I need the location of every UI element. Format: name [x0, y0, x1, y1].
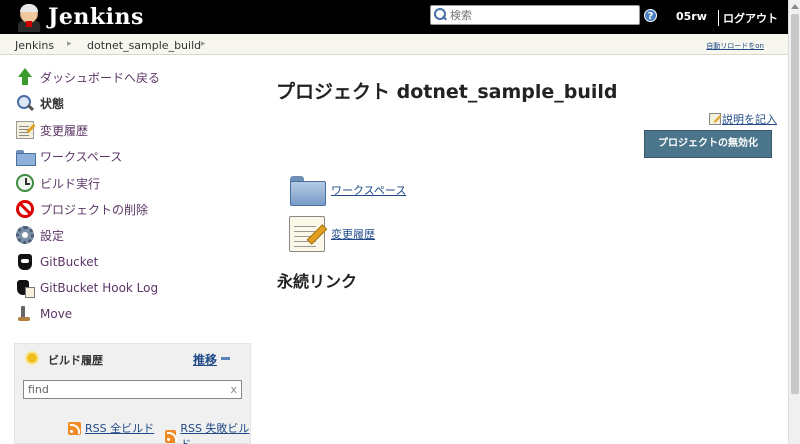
rss-failed-label[interactable]: RSS 失敗ビルド	[180, 420, 250, 444]
disable-project-button[interactable]: プロジェクトの無効化	[644, 130, 772, 158]
gitbucket-icon	[16, 253, 34, 271]
auto-refresh-link[interactable]: 自動リロードをon	[706, 41, 764, 51]
task-label[interactable]: 変更履歴	[40, 122, 88, 139]
breadcrumb: Jenkins ▸ dotnet_sample_build ▸ 自動リロードをo…	[0, 34, 788, 55]
notepad-icon	[16, 121, 34, 139]
page-title: プロジェクト dotnet_sample_build	[276, 81, 618, 103]
breadcrumb-project[interactable]: dotnet_sample_build	[87, 39, 201, 52]
task-label[interactable]: 設定	[40, 227, 64, 244]
search-input[interactable]	[450, 8, 635, 22]
search-box[interactable]	[430, 5, 640, 25]
changes-link[interactable]: 変更履歴	[289, 216, 375, 252]
task-label[interactable]: Move	[40, 307, 72, 321]
clear-filter-icon[interactable]: x	[230, 383, 237, 396]
task-label[interactable]: ビルド実行	[40, 175, 100, 192]
rss-icon	[68, 421, 81, 435]
build-filter[interactable]: x	[23, 380, 242, 399]
breadcrumb-separator[interactable]: ▸	[67, 39, 72, 49]
notepad-icon	[289, 216, 325, 252]
workspace-link[interactable]: ワークスペース	[289, 172, 406, 208]
scroll-up-icon[interactable]	[791, 4, 799, 9]
breadcrumb-separator[interactable]: ▸	[201, 39, 206, 49]
breadcrumb-jenkins[interactable]: Jenkins	[15, 39, 54, 52]
search-icon	[434, 8, 448, 22]
up-arrow-icon	[16, 68, 34, 86]
rss-all-label[interactable]: RSS 全ビルド	[85, 420, 154, 436]
task-gitbucket-hook-log[interactable]: GitBucket Hook Log	[16, 278, 158, 298]
folder-icon	[16, 147, 36, 166]
folder-icon	[289, 172, 326, 208]
task-delete-project[interactable]: プロジェクトの削除	[16, 199, 148, 219]
rss-icon	[165, 429, 178, 443]
task-back-to-dashboard[interactable]: ダッシュボードへ戻る	[16, 67, 160, 87]
edit-description-label[interactable]: 説明を記入	[722, 111, 777, 127]
help-icon[interactable]: ?	[644, 9, 657, 22]
header-bar: Jenkins ? 05rw ログアウト	[0, 0, 788, 34]
task-label[interactable]: ワークスペース	[40, 148, 122, 165]
task-changes[interactable]: 変更履歴	[16, 120, 88, 140]
trend-link[interactable]: 推移	[193, 351, 217, 368]
task-workspace[interactable]: ワークスペース	[16, 146, 122, 166]
edit-icon	[709, 113, 721, 125]
task-build-now[interactable]: ビルド実行	[16, 173, 100, 193]
jenkins-butler-icon	[16, 2, 42, 32]
gitbucket-log-icon	[16, 279, 35, 298]
logo-text: Jenkins	[48, 4, 144, 30]
no-entry-icon	[16, 200, 34, 218]
task-label[interactable]: プロジェクトの削除	[40, 201, 148, 218]
user-link[interactable]: 05rw	[676, 10, 707, 23]
task-label[interactable]: GitBucket Hook Log	[40, 281, 158, 295]
build-history-panel: ビルド履歴 推移 x RSS 全ビルド RSS 失敗ビルド	[14, 343, 251, 444]
task-label[interactable]: GitBucket	[40, 255, 98, 269]
rss-all-link[interactable]: RSS 全ビルド	[68, 420, 154, 436]
task-gitbucket[interactable]: GitBucket	[16, 252, 98, 272]
scroll-thumb[interactable]	[791, 14, 799, 394]
clock-icon	[16, 174, 34, 192]
collapse-icon[interactable]	[221, 357, 230, 360]
gear-icon	[16, 226, 34, 244]
move-icon	[16, 305, 34, 323]
jenkins-logo[interactable]: Jenkins	[16, 0, 144, 34]
task-status[interactable]: 状態	[16, 93, 64, 113]
logout-link[interactable]: ログアウト	[718, 10, 778, 26]
task-configure[interactable]: 設定	[16, 225, 64, 245]
build-history-title: ビルド履歴	[48, 354, 103, 367]
task-label[interactable]: 状態	[40, 95, 64, 112]
search-icon	[16, 94, 34, 112]
scrollbar[interactable]	[788, 0, 800, 444]
task-label[interactable]: ダッシュボードへ戻る	[40, 69, 160, 86]
edit-description-link[interactable]: 説明を記入	[709, 111, 777, 127]
build-history-header: ビルド履歴 推移	[15, 344, 250, 372]
sun-icon	[27, 353, 37, 363]
changes-link-label[interactable]: 変更履歴	[331, 226, 375, 242]
build-filter-input[interactable]	[28, 381, 223, 397]
task-move[interactable]: Move	[16, 304, 72, 324]
rss-failed-link[interactable]: RSS 失敗ビルド	[165, 420, 250, 444]
permalinks-heading: 永続リンク	[277, 272, 358, 291]
workspace-link-label[interactable]: ワークスペース	[331, 182, 406, 198]
